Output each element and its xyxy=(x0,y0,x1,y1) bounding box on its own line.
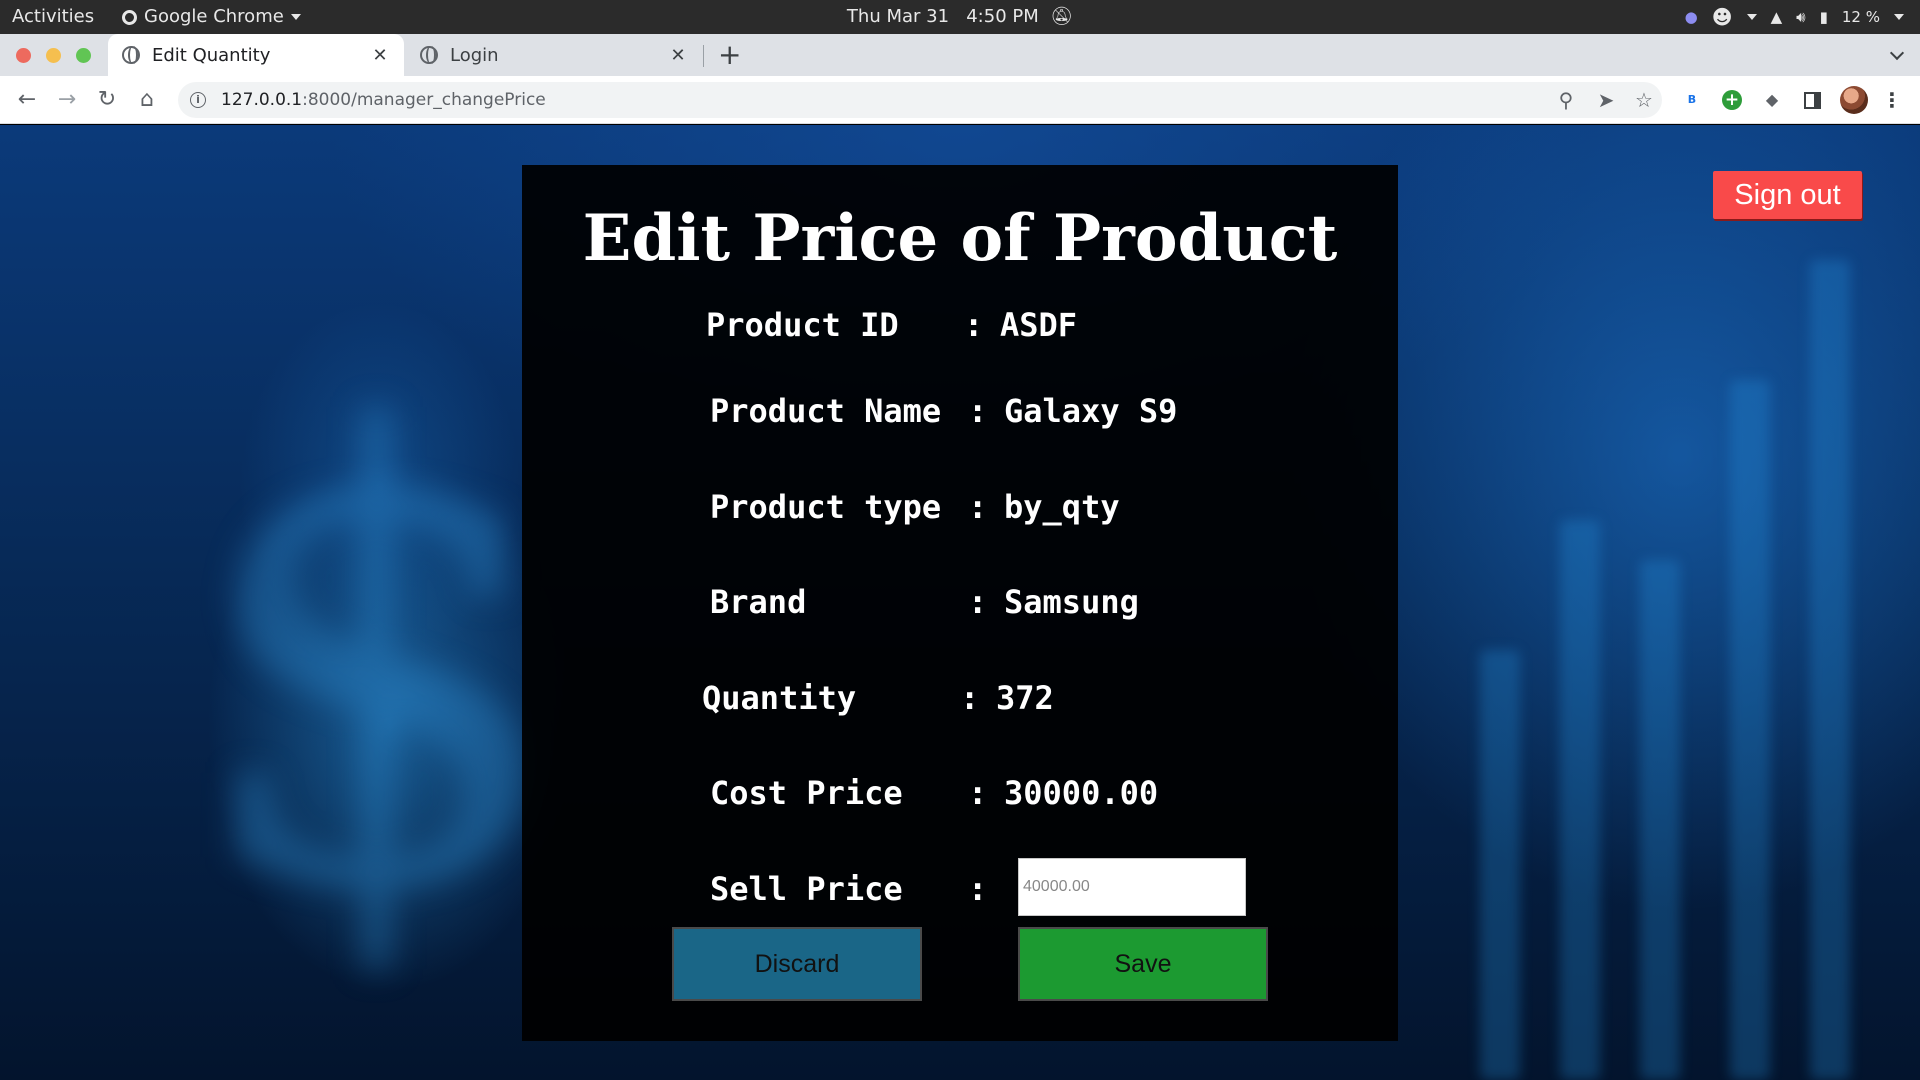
globe-icon xyxy=(122,46,140,64)
activities-button[interactable]: Activities xyxy=(12,0,94,34)
product-name-value: Galaxy S9 xyxy=(1004,392,1178,430)
background-bar xyxy=(1730,380,1770,1080)
page-viewport: $ Sign out Edit Price of Product Product… xyxy=(0,125,1920,1080)
tab-search-chevron-icon[interactable] xyxy=(1889,45,1905,61)
product-type-value: by_qty xyxy=(1004,488,1120,526)
chevron-down-icon xyxy=(1746,14,1757,20)
cost-price-label: Cost Price xyxy=(710,774,903,812)
window-minimize-button[interactable] xyxy=(46,48,61,63)
battery-text: 12 % xyxy=(1841,8,1880,26)
close-icon[interactable]: ✕ xyxy=(668,45,688,66)
extensions-puzzle-icon[interactable]: ◆ xyxy=(1760,88,1784,112)
info-icon[interactable]: i xyxy=(190,92,206,108)
product-name-label: Product Name xyxy=(710,392,942,430)
url-text[interactable]: 127.0.0.1:8000/manager_changePrice xyxy=(221,90,546,110)
bookmark-star-icon[interactable]: ☆ xyxy=(1632,88,1656,112)
edit-price-panel: Edit Price of Product Product ID : ASDF … xyxy=(522,165,1398,1041)
profile-avatar[interactable] xyxy=(1840,86,1868,114)
sell-price-label: Sell Price xyxy=(710,870,903,908)
new-tab-button[interactable]: + xyxy=(718,38,741,72)
tab-strip: Edit Quantity ✕ Login ✕ + xyxy=(0,34,1920,76)
product-id-value: ASDF xyxy=(1000,306,1078,344)
tab-title: Edit Quantity xyxy=(152,44,271,66)
wifi-icon: ▲ xyxy=(1770,8,1783,26)
colon: : xyxy=(968,583,988,621)
brand-label: Brand xyxy=(710,583,807,621)
app-menu-label: Google Chrome xyxy=(144,6,284,27)
volume-icon: 🔊︎ xyxy=(1796,8,1806,26)
forward-button[interactable]: → xyxy=(55,88,79,112)
os-top-bar: Activities Google Chrome Thu Mar 31 4:50… xyxy=(0,0,1920,34)
colon: : xyxy=(968,392,988,430)
save-button[interactable]: Save xyxy=(1018,927,1268,1001)
background-bar xyxy=(1810,260,1850,1080)
colon: : xyxy=(964,306,984,344)
product-type-label: Product type xyxy=(710,488,942,526)
discard-button[interactable]: Discard xyxy=(672,927,922,1001)
reload-button[interactable]: ↻ xyxy=(95,88,119,112)
product-id-label: Product ID xyxy=(706,306,899,344)
home-button[interactable]: ⌂ xyxy=(135,88,159,112)
teams-icon[interactable]: ● xyxy=(1685,0,1698,34)
browser-toolbar: ← → ↻ ⌂ i 127.0.0.1:8000/manager_changeP… xyxy=(0,76,1920,124)
colon: : xyxy=(968,488,988,526)
colon: : xyxy=(960,679,980,717)
close-icon[interactable]: ✕ xyxy=(370,45,390,66)
notification-muted-icon: 🔕︎ xyxy=(1050,6,1074,27)
address-bar[interactable]: i 127.0.0.1:8000/manager_changePrice ⚲ ➤… xyxy=(178,82,1662,118)
side-panel-icon[interactable] xyxy=(1800,88,1824,112)
window-close-button[interactable] xyxy=(16,48,31,63)
window-maximize-button[interactable] xyxy=(76,48,91,63)
background-bar xyxy=(1560,520,1600,1080)
page-title: Edit Price of Product xyxy=(582,201,1338,276)
background-bar xyxy=(1640,560,1680,1080)
background-bar xyxy=(1480,650,1520,1080)
chevron-down-icon xyxy=(290,14,301,20)
quantity-value: 372 xyxy=(996,679,1054,717)
tab-edit-quantity[interactable]: Edit Quantity ✕ xyxy=(108,34,404,76)
chevron-down-icon xyxy=(1894,14,1904,20)
extension-plus-icon[interactable]: + xyxy=(1720,88,1744,112)
colon: : xyxy=(968,774,988,812)
date-text[interactable]: Thu Mar 31 xyxy=(847,6,949,27)
app-menu[interactable]: Google Chrome xyxy=(122,0,301,34)
tab-divider xyxy=(703,45,704,67)
time-text[interactable]: 4:50 PM xyxy=(966,6,1039,27)
url-host: 127.0.0.1 xyxy=(221,90,303,110)
send-icon[interactable]: ➤ xyxy=(1594,88,1618,112)
colon: : xyxy=(968,870,988,908)
back-button[interactable]: ← xyxy=(15,88,39,112)
signout-button[interactable]: Sign out xyxy=(1713,171,1862,219)
more-menu-icon[interactable]: ⋮ xyxy=(1880,88,1904,112)
url-path: :8000/manager_changePrice xyxy=(302,90,546,110)
cost-price-value: 30000.00 xyxy=(1004,774,1159,812)
tab-login[interactable]: Login ✕ xyxy=(406,34,702,76)
extension-b-icon[interactable]: B xyxy=(1680,88,1704,112)
quantity-label: Quantity xyxy=(702,679,857,717)
globe-icon xyxy=(420,46,438,64)
brand-value: Samsung xyxy=(1004,583,1139,621)
zoom-icon[interactable]: ⚲ xyxy=(1554,88,1578,112)
system-tray[interactable]: ● ☻ ▲ 🔊︎ ▮ 12 % xyxy=(1685,0,1904,34)
chrome-icon xyxy=(122,9,137,25)
accessibility-icon[interactable]: ☻ xyxy=(1712,0,1733,34)
battery-icon: ▮ xyxy=(1819,8,1828,26)
sell-price-input[interactable] xyxy=(1018,858,1246,916)
tab-title: Login xyxy=(450,44,499,66)
